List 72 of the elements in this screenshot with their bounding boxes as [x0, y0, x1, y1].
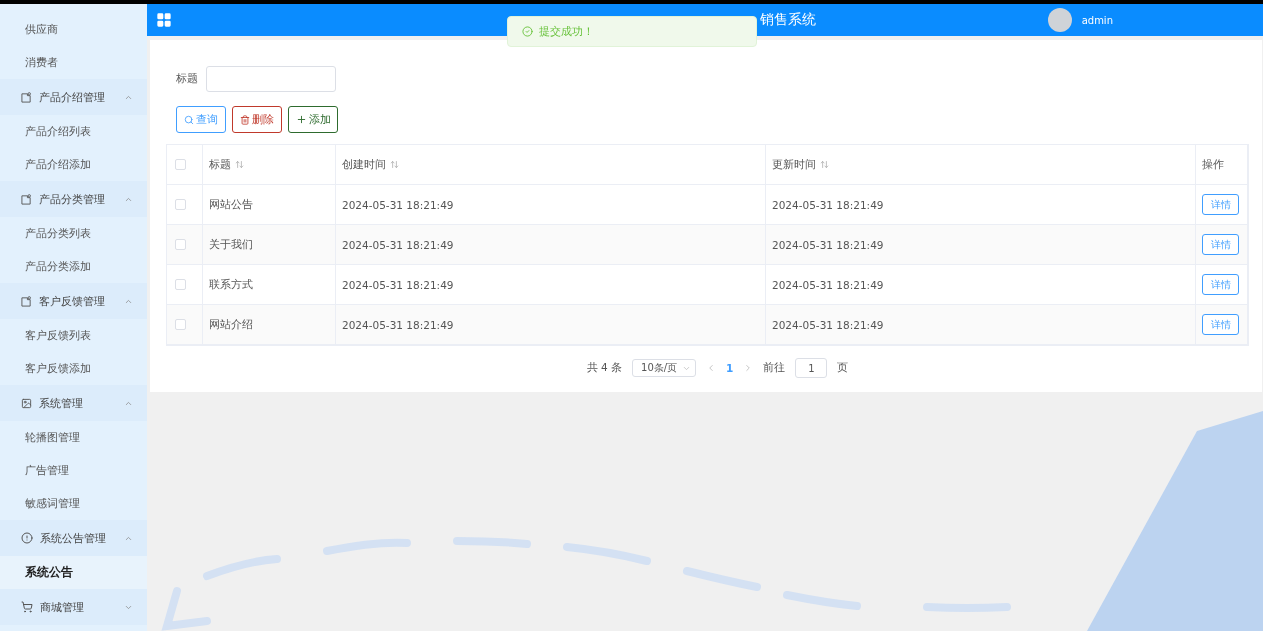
- sidebar-item[interactable]: 产品介绍列表: [0, 115, 147, 148]
- check-icon: [522, 26, 533, 37]
- table-cell: 网站公告: [209, 197, 253, 212]
- app-title: 销售系统: [760, 11, 817, 29]
- sort-icon[interactable]: [820, 160, 829, 169]
- column-header: 创建时间: [342, 157, 386, 172]
- sidebar-group[interactable]: 产品介绍管理: [0, 79, 147, 115]
- delete-button[interactable]: 删除: [232, 106, 282, 133]
- menu-icon[interactable]: [156, 12, 172, 28]
- table-cell: 2024-05-31 18:21:49: [342, 198, 454, 211]
- sidebar-item[interactable]: 广告管理: [0, 454, 147, 487]
- group-label: 客户反馈管理: [39, 293, 106, 309]
- table-cell: 2024-05-31 18:21:49: [342, 318, 454, 331]
- sidebar-group[interactable]: 客户反馈管理: [0, 283, 147, 319]
- goto-label: 前往: [763, 361, 786, 375]
- search-icon: [184, 114, 194, 125]
- sidebar-item[interactable]: 产品分类添加: [0, 250, 147, 283]
- goto-input[interactable]: 1: [795, 358, 828, 378]
- prev-icon[interactable]: [706, 363, 716, 373]
- sidebar-group[interactable]: 商城管理: [0, 589, 147, 625]
- table-cell: 2024-05-31 18:21:49: [772, 198, 884, 211]
- sidebar-group[interactable]: 系统管理: [0, 385, 147, 421]
- sidebar-group[interactable]: 产品分类管理: [0, 181, 147, 217]
- group-label: 系统公告管理: [40, 530, 107, 546]
- checkbox[interactable]: [175, 279, 186, 290]
- page-size-select[interactable]: 10条/页: [632, 359, 696, 377]
- sidebar-item[interactable]: 产品介绍添加: [0, 148, 147, 181]
- table-cell: 2024-05-31 18:21:49: [342, 238, 454, 251]
- sidebar-item[interactable]: 客户反馈添加: [0, 352, 147, 385]
- checkbox[interactable]: [175, 319, 186, 330]
- sort-icon[interactable]: [390, 160, 399, 169]
- column-header: 操作: [1202, 157, 1224, 172]
- sidebar-item[interactable]: 产品分类列表: [0, 217, 147, 250]
- column-header: 更新时间: [772, 157, 816, 172]
- table-cell: 关于我们: [209, 237, 253, 252]
- group-label: 系统管理: [39, 395, 84, 411]
- sidebar-item[interactable]: 敏感词管理: [0, 487, 147, 520]
- table-cell: 2024-05-31 18:21:49: [772, 278, 884, 291]
- document-icon: [21, 193, 32, 205]
- sort-icon[interactable]: [235, 160, 244, 169]
- trash-icon: [240, 114, 250, 125]
- group-label: 产品介绍管理: [39, 89, 106, 105]
- sidebar-item[interactable]: 供应商: [0, 13, 147, 46]
- title-input[interactable]: [206, 66, 336, 92]
- field-label: 标题: [176, 72, 198, 86]
- cart-icon: [21, 601, 33, 613]
- total-count: 共 4 条: [586, 361, 622, 375]
- group-label: 商城管理: [40, 599, 85, 615]
- column-header: 标题: [209, 157, 231, 172]
- table-cell: 网站介绍: [209, 317, 253, 332]
- document-icon: [21, 91, 32, 103]
- table-cell: 2024-05-31 18:21:49: [772, 318, 884, 331]
- sidebar-item[interactable]: 系统公告: [0, 556, 147, 589]
- add-button[interactable]: 添加: [288, 106, 338, 133]
- checkbox[interactable]: [175, 159, 186, 170]
- sidebar-item[interactable]: 消费者: [0, 46, 147, 79]
- sidebar-item[interactable]: 轮播图管理: [0, 421, 147, 454]
- image-icon: [21, 397, 32, 409]
- checkbox[interactable]: [175, 239, 186, 250]
- table-cell: 2024-05-31 18:21:49: [772, 238, 884, 251]
- checkbox[interactable]: [175, 199, 186, 210]
- table-cell: 联系方式: [209, 277, 253, 292]
- document-icon: [21, 295, 32, 307]
- table-cell: 2024-05-31 18:21:49: [342, 278, 454, 291]
- sidebar-group[interactable]: 系统公告管理: [0, 520, 147, 556]
- toast-message: 提交成功！: [539, 24, 594, 39]
- group-label: 产品分类管理: [39, 191, 106, 207]
- page-suffix: 页: [837, 361, 849, 375]
- avatar[interactable]: [1047, 8, 1072, 32]
- sidebar-item[interactable]: 客户反馈列表: [0, 319, 147, 352]
- alert-icon: [21, 532, 33, 544]
- plus-icon: [295, 114, 307, 125]
